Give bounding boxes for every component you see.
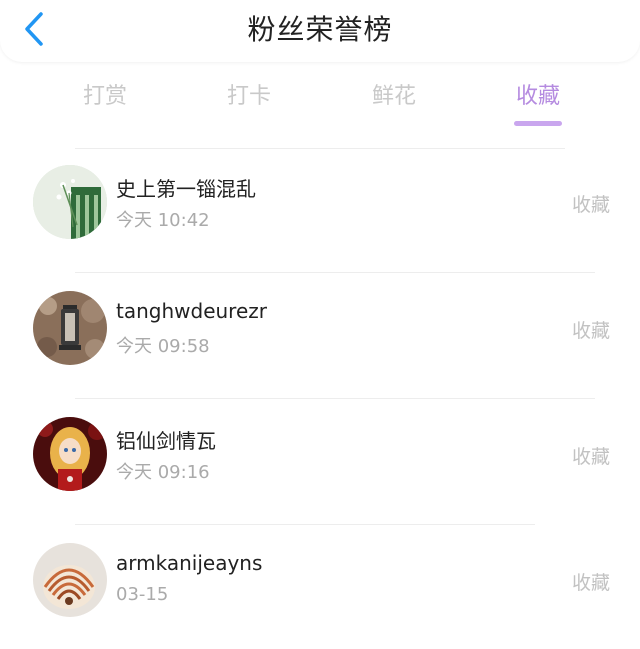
favorite-label: 收藏 [571, 572, 610, 594]
user-name: armkanijeayns [116, 551, 263, 575]
tab-bar: 打赏 打卡 鲜花 收藏 [0, 76, 640, 132]
tab-label: 鲜花 [371, 84, 416, 109]
list-item[interactable]: 史上第一锱混乱 今天 10:42 收藏 [0, 148, 640, 272]
favorite-label: 收藏 [571, 446, 610, 468]
green-plant-avatar-icon [33, 165, 107, 239]
tab-reward[interactable]: 打赏 [57, 76, 153, 126]
list-item[interactable]: armkanijeayns 03-15 收藏 [0, 526, 640, 649]
tab-label: 收藏 [515, 84, 560, 109]
shell-avatar-icon [33, 543, 107, 617]
timestamp: 今天 09:16 [116, 462, 210, 483]
timestamp: 03-15 [116, 584, 169, 605]
timestamp: 今天 09:58 [116, 336, 210, 357]
tab-label: 打赏 [82, 84, 127, 109]
user-name: tanghwdeurezr [116, 299, 267, 323]
active-tab-indicator [514, 121, 562, 126]
divider [75, 398, 595, 399]
page: 粉丝荣誉榜 打赏 打卡 鲜花 收藏 史上第一锱混乱 今天 10:42 收藏 ta… [0, 0, 640, 649]
favorite-label: 收藏 [571, 320, 610, 342]
list-item[interactable]: tanghwdeurezr 今天 09:58 收藏 [0, 274, 640, 398]
divider [75, 272, 595, 273]
page-title: 粉丝荣誉榜 [247, 13, 393, 46]
avatar[interactable] [33, 417, 107, 491]
user-name: 史上第一锱混乱 [116, 177, 256, 201]
user-name: 铝仙剑情瓦 [116, 429, 216, 453]
tab-favorites[interactable]: 收藏 [490, 76, 586, 126]
favorite-label: 收藏 [571, 194, 610, 216]
list-item[interactable]: 铝仙剑情瓦 今天 09:16 收藏 [0, 400, 640, 524]
tab-flowers[interactable]: 鲜花 [346, 76, 442, 126]
avatar[interactable] [33, 291, 107, 365]
tab-checkin[interactable]: 打卡 [201, 76, 297, 126]
divider [75, 524, 535, 525]
avatar[interactable] [33, 543, 107, 617]
header-bar: 粉丝荣誉榜 [0, 0, 640, 62]
avatar[interactable] [33, 165, 107, 239]
tab-label: 打卡 [226, 84, 271, 109]
anime-girl-avatar-icon [33, 417, 107, 491]
lantern-avatar-icon [33, 291, 107, 365]
timestamp: 今天 10:42 [116, 210, 210, 231]
